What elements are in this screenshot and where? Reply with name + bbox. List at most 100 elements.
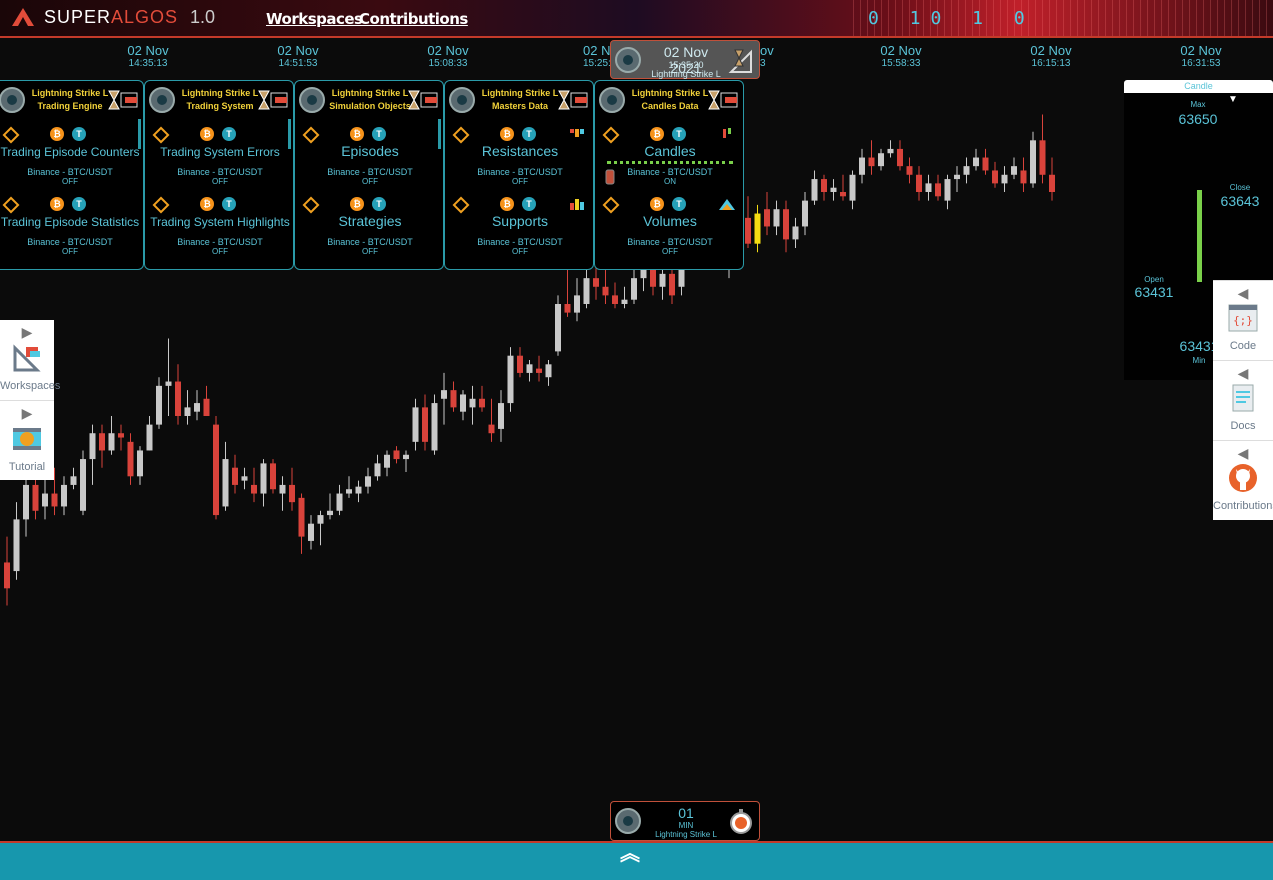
candle-body[interactable] [536,368,542,373]
candle-body[interactable] [355,486,362,494]
panel-simulation-objects[interactable]: Lightning Strike L Simulation Objects ₿ T … [294,80,444,270]
candle-body[interactable] [184,407,191,416]
candle-body[interactable] [450,390,457,408]
candle-body[interactable] [4,562,10,589]
candle-body[interactable] [89,433,96,460]
candle-body[interactable] [51,493,58,507]
candle-body[interactable] [973,157,979,167]
candle-body[interactable] [384,454,390,468]
candle-body[interactable] [564,304,571,313]
candle-body[interactable] [222,459,229,507]
panel-candles-data[interactable]: Lightning Strike L Candles Data ₿ T Candle… [594,80,744,270]
candle-body[interactable] [944,179,951,201]
candle-body[interactable] [108,433,115,451]
candle-body[interactable] [70,476,77,485]
docs-tab[interactable]: ◀ Docs [1213,360,1273,440]
candle-body[interactable] [507,355,514,404]
candle-body[interactable] [593,278,599,287]
candle-body[interactable] [127,441,134,477]
candle-body[interactable] [498,403,504,429]
candle-body[interactable] [232,467,238,485]
candle-body[interactable] [555,304,561,352]
candle-body[interactable] [479,398,485,408]
candle-body[interactable] [289,484,295,503]
hourglass-grid-icon[interactable] [257,89,289,111]
candle-body[interactable] [346,489,352,494]
candle-body[interactable] [80,459,86,511]
expand-up-icon[interactable]: ︽ [620,844,640,864]
candle-body[interactable] [764,209,770,227]
expand-arrow-icon[interactable]: ▶ [0,405,54,422]
candle-body[interactable] [393,450,400,460]
candle-body[interactable] [897,148,903,167]
candle-body[interactable] [982,157,989,171]
candle-body[interactable] [203,398,210,416]
candle-body[interactable] [878,153,884,167]
candle-body[interactable] [574,295,580,313]
panel-trading-engine[interactable]: Lightning Strike L Trading Engine ₿ T Trad… [0,80,144,270]
candle-body[interactable] [545,364,552,378]
candle-body[interactable] [612,295,618,304]
code-tab[interactable]: ◀ {;} Code [1213,280,1273,360]
hourglass-ruler-icon[interactable] [727,46,755,74]
candle-body[interactable] [270,463,276,490]
candle-body[interactable] [963,166,970,175]
candle-body[interactable] [840,192,846,197]
candle-body[interactable] [32,484,39,511]
gear-icon[interactable] [0,87,25,113]
candle-body[interactable] [279,484,286,494]
candle-body[interactable] [412,407,419,442]
candle-body[interactable] [1020,170,1027,184]
candle-body[interactable] [887,148,894,154]
candle-body[interactable] [137,450,143,477]
candle-body[interactable] [992,170,998,184]
candle-body[interactable] [1039,140,1046,175]
candle-body[interactable] [745,217,751,244]
candle-body[interactable] [859,157,865,175]
candle-body[interactable] [317,515,324,524]
candle-body[interactable] [906,166,913,175]
candle-body[interactable] [99,433,105,451]
gear-icon[interactable] [149,87,175,113]
candle-body[interactable] [935,183,941,197]
stopwatch-icon[interactable] [727,807,755,835]
candle-body[interactable] [213,424,219,516]
bottom-bar[interactable]: ︽ [0,841,1273,880]
candle-body[interactable] [659,273,666,287]
candle-body[interactable] [583,278,590,304]
hourglass-grid-icon[interactable] [107,89,139,111]
candle-body[interactable] [783,209,789,240]
candle-body[interactable] [441,390,447,399]
candle-body[interactable] [1049,174,1055,192]
candle-body[interactable] [1001,174,1008,184]
candle-body[interactable] [925,183,932,192]
candle-body[interactable] [13,519,20,572]
candle-body[interactable] [811,179,818,201]
candle-body[interactable] [118,433,124,438]
time-frame-indicator[interactable]: 01 MIN Lightning Strike L [610,801,760,841]
candle-body[interactable] [260,463,267,494]
collapse-arrow-icon[interactable]: ◀ [1213,285,1273,302]
candle-body[interactable] [308,523,314,541]
candle-body[interactable] [669,273,675,296]
gear-icon[interactable] [615,808,641,834]
candle-body[interactable] [488,424,495,434]
candle-body[interactable] [156,385,162,425]
candle-body[interactable] [469,398,476,408]
current-date-indicator[interactable]: 02 Nov 2021 15:35:20 Lightning Strike L [610,40,760,79]
hourglass-grid-icon[interactable] [557,89,589,111]
candle-body[interactable] [830,187,837,192]
candle-body[interactable] [526,364,533,373]
candle-body[interactable] [42,493,48,507]
candle-body[interactable] [365,476,371,487]
candle-body[interactable] [602,286,609,296]
candle-body[interactable] [23,484,29,520]
gear-icon[interactable] [449,87,475,113]
candle-body[interactable] [517,355,523,373]
gear-icon[interactable] [299,87,325,113]
nav-workspaces-link[interactable]: Workspaces [266,10,363,28]
candle-body[interactable] [61,484,67,507]
candle-body[interactable] [374,463,381,477]
candle-body[interactable] [954,174,960,180]
candle-body[interactable] [621,299,628,304]
